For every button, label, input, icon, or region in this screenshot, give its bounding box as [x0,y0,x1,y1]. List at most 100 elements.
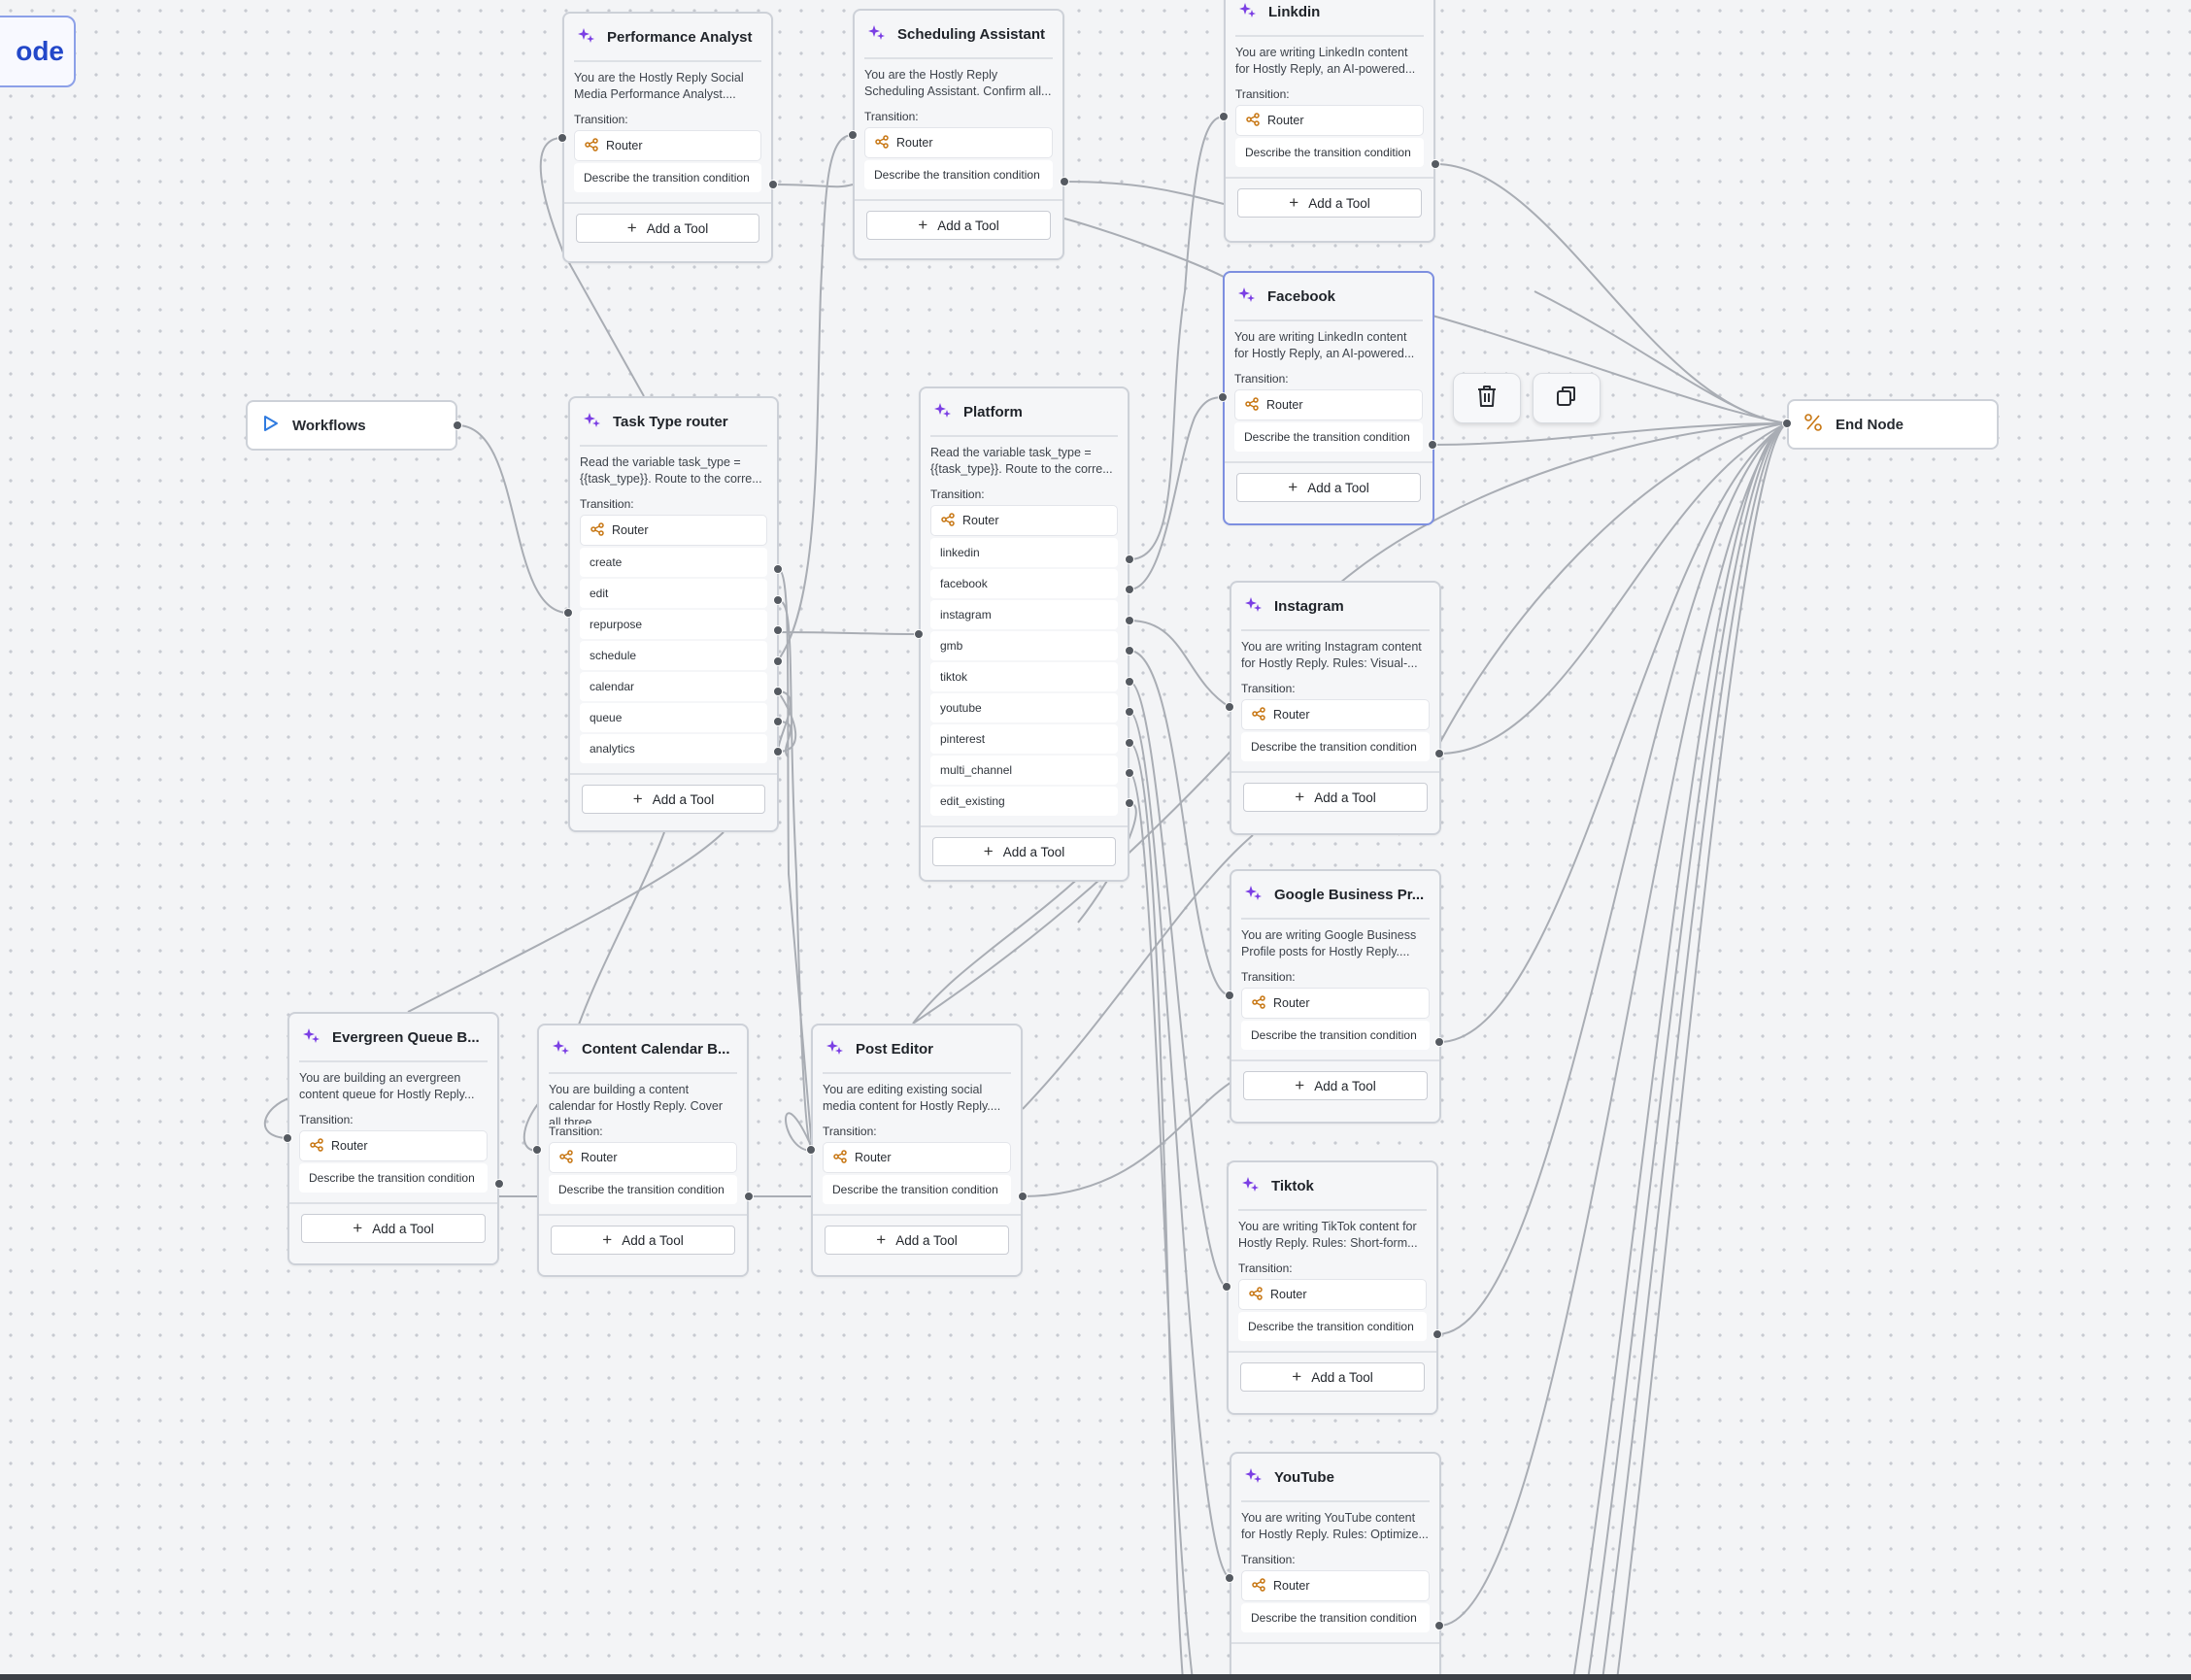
output-handle[interactable] [1125,554,1134,564]
add-tool-button[interactable]: + Add a Tool [576,214,759,243]
input-handle[interactable] [914,629,924,639]
route-condition[interactable]: gmb [930,631,1118,660]
output-handle[interactable] [773,747,783,756]
node-task-type-router[interactable]: Task Type router Read the variable task_… [568,396,779,832]
transition-condition-input[interactable]: Describe the transition condition [1234,422,1423,452]
input-handle[interactable] [1219,112,1229,121]
output-handle[interactable] [1060,177,1069,186]
input-handle[interactable] [806,1145,816,1155]
router-chip[interactable]: Router [864,127,1053,158]
output-handle[interactable] [773,656,783,666]
router-chip[interactable]: Router [1235,105,1424,136]
input-handle[interactable] [557,133,567,143]
transition-condition-input[interactable]: Describe the transition condition [823,1175,1011,1204]
add-tool-button[interactable]: + Add a Tool [1240,1362,1425,1392]
input-handle[interactable] [1225,702,1234,712]
output-handle[interactable] [1125,585,1134,594]
output-handle[interactable] [773,717,783,726]
delete-button[interactable] [1453,373,1521,423]
output-handle[interactable] [1125,738,1134,748]
route-condition[interactable]: calendar [580,672,767,701]
node-performance-analyst[interactable]: Performance Analyst You are the Hostly R… [562,12,773,263]
input-handle[interactable] [1782,419,1792,428]
transition-condition-input[interactable]: Describe the transition condition [1241,1603,1430,1632]
add-tool-button[interactable]: + Add a Tool [301,1214,486,1243]
transition-condition-input[interactable]: Describe the transition condition [299,1163,488,1193]
router-chip[interactable]: Router [823,1142,1011,1173]
node-tiktok[interactable]: Tiktok You are writing TikTok content fo… [1227,1160,1438,1415]
output-handle[interactable] [1434,749,1444,758]
router-chip[interactable]: Router [1241,988,1430,1019]
route-condition[interactable]: pinterest [930,724,1118,754]
input-handle[interactable] [532,1145,542,1155]
output-handle[interactable] [1434,1621,1444,1630]
transition-condition-input[interactable]: Describe the transition condition [864,160,1053,189]
router-chip[interactable]: Router [299,1130,488,1161]
duplicate-button[interactable] [1533,373,1601,423]
output-handle[interactable] [1125,677,1134,687]
input-handle[interactable] [283,1133,292,1143]
node-facebook[interactable]: Facebook You are writing LinkedIn conten… [1223,271,1434,525]
route-condition[interactable]: queue [580,703,767,732]
partial-node[interactable]: ode [0,16,76,87]
router-chip[interactable]: Router [1241,699,1430,730]
transition-condition-input[interactable]: Describe the transition condition [1241,732,1430,761]
input-handle[interactable] [1225,1573,1234,1583]
router-chip[interactable]: Router [1241,1570,1430,1601]
add-tool-button[interactable]: + Add a Tool [825,1226,1009,1255]
output-handle[interactable] [1125,616,1134,625]
output-handle[interactable] [768,180,778,189]
start-node-workflows[interactable]: Workflows [246,400,457,451]
route-condition[interactable]: linkedin [930,538,1118,567]
router-chip[interactable]: Router [930,505,1118,536]
output-handle[interactable] [1434,1037,1444,1047]
router-chip[interactable]: Router [580,515,767,546]
output-handle[interactable] [773,687,783,696]
add-tool-button[interactable]: + Add a Tool [551,1226,735,1255]
end-node[interactable]: End Node [1787,399,1999,450]
input-handle[interactable] [1225,991,1234,1000]
output-handle[interactable] [773,595,783,605]
route-condition[interactable]: edit [580,579,767,608]
output-handle[interactable] [1125,798,1134,808]
transition-condition-input[interactable]: Describe the transition condition [1241,1021,1430,1050]
node-instagram[interactable]: Instagram You are writing Instagram cont… [1230,581,1441,835]
transition-condition-input[interactable]: Describe the transition condition [1238,1312,1427,1341]
add-tool-button[interactable]: + Add a Tool [1243,1071,1428,1100]
route-condition[interactable]: repurpose [580,610,767,639]
node-youtube[interactable]: YouTube You are writing YouTube content … [1230,1452,1441,1680]
output-handle[interactable] [1428,440,1437,450]
output-handle[interactable] [1125,646,1134,655]
output-handle[interactable] [773,625,783,635]
transition-condition-input[interactable]: Describe the transition condition [549,1175,737,1204]
router-chip[interactable]: Router [574,130,761,161]
node-evergreen-queue[interactable]: Evergreen Queue B... You are building an… [287,1012,499,1265]
route-condition[interactable]: multi_channel [930,756,1118,785]
transition-condition-input[interactable]: Describe the transition condition [574,163,761,192]
router-chip[interactable]: Router [1234,389,1423,420]
router-chip[interactable]: Router [549,1142,737,1173]
route-condition[interactable]: schedule [580,641,767,670]
node-platform[interactable]: Platform Read the variable task_type = {… [919,386,1129,882]
input-handle[interactable] [1222,1282,1231,1292]
node-linkdin[interactable]: Linkdin You are writing LinkedIn content… [1224,0,1435,243]
route-condition[interactable]: youtube [930,693,1118,722]
output-handle[interactable] [744,1192,754,1201]
route-condition[interactable]: instagram [930,600,1118,629]
output-handle[interactable] [1125,707,1134,717]
input-handle[interactable] [563,608,573,618]
add-tool-button[interactable]: + Add a Tool [582,785,765,814]
output-handle[interactable] [494,1179,504,1189]
route-condition[interactable]: edit_existing [930,787,1118,816]
add-tool-button[interactable]: + Add a Tool [1243,783,1428,812]
node-post-editor[interactable]: Post Editor You are editing existing soc… [811,1024,1023,1277]
node-scheduling-assistant[interactable]: Scheduling Assistant You are the Hostly … [853,9,1064,260]
input-handle[interactable] [848,130,858,140]
output-handle[interactable] [1433,1329,1442,1339]
output-handle[interactable] [1431,159,1440,169]
add-tool-button[interactable]: + Add a Tool [1236,473,1421,502]
router-chip[interactable]: Router [1238,1279,1427,1310]
transition-condition-input[interactable]: Describe the transition condition [1235,138,1424,167]
route-condition[interactable]: facebook [930,569,1118,598]
output-handle[interactable] [1018,1192,1028,1201]
